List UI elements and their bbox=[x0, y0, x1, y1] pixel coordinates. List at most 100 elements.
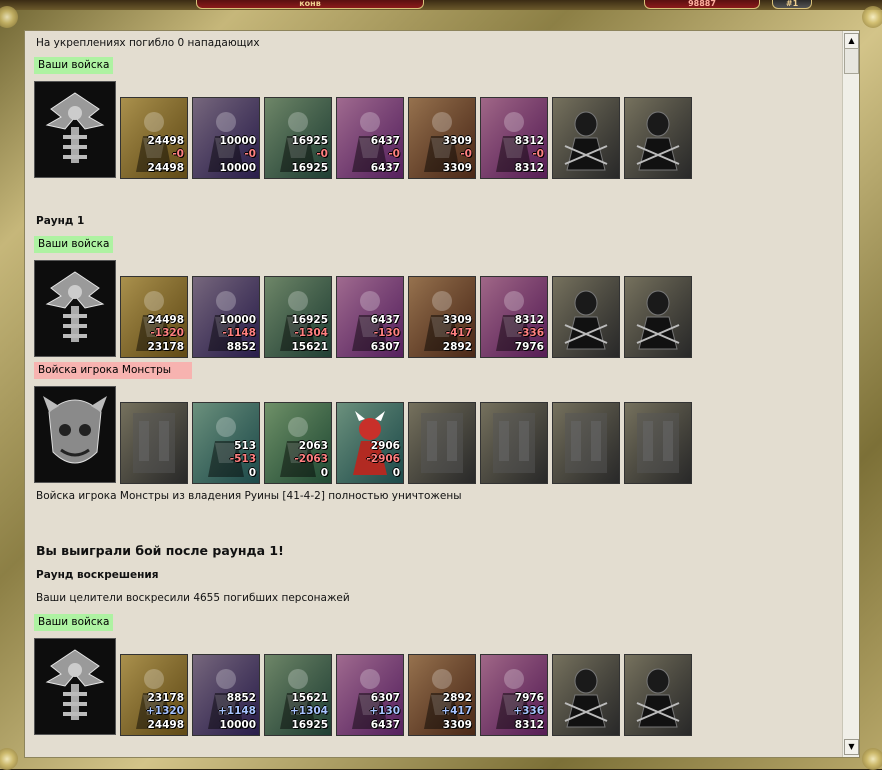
archer-icon[interactable]: 3309 -417 2892 bbox=[408, 276, 476, 358]
unit-count-after: 0 bbox=[320, 467, 328, 479]
purple-griffin-icon[interactable]: 6437 -0 6437 bbox=[336, 97, 404, 179]
demon-face-emblem-icon[interactable] bbox=[34, 386, 116, 483]
unit-count-change: -0 bbox=[388, 148, 400, 160]
unit-count-after: 24498 bbox=[147, 162, 184, 174]
empty-slot-icon[interactable] bbox=[120, 402, 188, 484]
dark-knight-icon[interactable]: 10000 -1148 8852 bbox=[192, 276, 260, 358]
unit-count-after: 3309 bbox=[442, 162, 472, 174]
lizard-warrior-icon[interactable]: 16925 -1304 15621 bbox=[264, 276, 332, 358]
dark-knight-icon[interactable]: 8852 +1148 10000 bbox=[192, 654, 260, 736]
unit-count-after: 24498 bbox=[147, 719, 184, 731]
unit-count-change: -2063 bbox=[294, 453, 328, 465]
unit-count-before: 2892 bbox=[442, 692, 472, 704]
scroll-thumb[interactable] bbox=[844, 48, 859, 74]
unit-count-change: -0 bbox=[460, 148, 472, 160]
scroll-up-arrow-icon[interactable]: ▲ bbox=[844, 33, 859, 49]
spider-rider-icon[interactable] bbox=[624, 97, 692, 179]
unit-count-before: 6437 bbox=[370, 314, 400, 326]
unit-count-change: -0 bbox=[244, 148, 256, 160]
top-right-badge[interactable]: #1 bbox=[772, 0, 812, 9]
skull-bat-emblem-icon[interactable] bbox=[34, 260, 116, 357]
unit-count-change: -1320 bbox=[150, 327, 184, 339]
unit-count-after: 8852 bbox=[226, 341, 256, 353]
unit-count-after: 7976 bbox=[514, 341, 544, 353]
spider-rider-icon[interactable] bbox=[624, 276, 692, 358]
unit-count-before: 513 bbox=[234, 440, 256, 452]
unit-count-before: 6437 bbox=[370, 135, 400, 147]
unit-count-after: 2892 bbox=[442, 341, 472, 353]
scroll-down-arrow-icon[interactable]: ▼ bbox=[844, 739, 859, 755]
enemy-destroyed-text: Войска игрока Монстры из владения Руины … bbox=[36, 490, 462, 502]
unit-count-change: +417 bbox=[441, 705, 472, 717]
unit-count-after: 0 bbox=[248, 467, 256, 479]
top-tab-left[interactable]: конв bbox=[196, 0, 424, 9]
purple-griffin-icon[interactable]: 6437 -130 6307 bbox=[336, 276, 404, 358]
skull-bat-emblem-icon[interactable] bbox=[34, 81, 116, 178]
top-tab-right[interactable]: 98887 bbox=[644, 0, 760, 9]
empty-slot-icon[interactable] bbox=[552, 402, 620, 484]
unit-count-before: 10000 bbox=[219, 314, 256, 326]
archer-icon[interactable]: 2892 +417 3309 bbox=[408, 654, 476, 736]
unit-count-change: -336 bbox=[517, 327, 544, 339]
unit-count-change: -2906 bbox=[366, 453, 400, 465]
assassin-icon[interactable] bbox=[552, 97, 620, 179]
assassin-icon[interactable] bbox=[552, 654, 620, 736]
troll-icon[interactable]: 23178 +1320 24498 bbox=[120, 654, 188, 736]
unit-count-change: -417 bbox=[445, 327, 472, 339]
resurrection-text: Ваши целители воскресили 4655 погибших п… bbox=[36, 592, 350, 604]
unit-count-after: 16925 bbox=[291, 162, 328, 174]
unit-count-before: 24498 bbox=[147, 314, 184, 326]
sorceress-icon[interactable]: 8312 -0 8312 bbox=[480, 97, 548, 179]
empty-slot-icon[interactable] bbox=[624, 402, 692, 484]
unit-count-change: +1148 bbox=[217, 705, 256, 717]
unit-count-after: 8312 bbox=[514, 719, 544, 731]
unit-count-change: +130 bbox=[369, 705, 400, 717]
unit-count-change: +1320 bbox=[145, 705, 184, 717]
battle-report-panel[interactable]: На укреплениях погибло 0 нападающих Ваши… bbox=[24, 30, 860, 758]
unit-count-after: 15621 bbox=[291, 341, 328, 353]
unit-count-after: 8312 bbox=[514, 162, 544, 174]
spider-rider-icon[interactable] bbox=[624, 654, 692, 736]
sorceress-icon[interactable]: 7976 +336 8312 bbox=[480, 654, 548, 736]
unit-count-before: 8312 bbox=[514, 314, 544, 326]
your-troops-label-round1: Ваши войска bbox=[34, 236, 114, 253]
unit-count-before: 10000 bbox=[219, 135, 256, 147]
unit-count-after: 3309 bbox=[442, 719, 472, 731]
red-demon-icon[interactable]: 2906 -2906 0 bbox=[336, 402, 404, 484]
unit-count-before: 6307 bbox=[370, 692, 400, 704]
unit-count-before: 8312 bbox=[514, 135, 544, 147]
unit-count-after: 6307 bbox=[370, 341, 400, 353]
lizard-warrior-icon[interactable]: 16925 -0 16925 bbox=[264, 97, 332, 179]
unit-count-before: 2906 bbox=[370, 440, 400, 452]
unit-count-change: -130 bbox=[373, 327, 400, 339]
unit-count-after: 16925 bbox=[291, 719, 328, 731]
troll-icon[interactable]: 24498 -1320 23178 bbox=[120, 276, 188, 358]
dark-knight-icon[interactable]: 10000 -0 10000 bbox=[192, 97, 260, 179]
unit-count-before: 23178 bbox=[147, 692, 184, 704]
unit-count-change: -1304 bbox=[294, 327, 328, 339]
vertical-scrollbar[interactable]: ▲ ▼ bbox=[842, 31, 859, 757]
unit-count-change: +336 bbox=[513, 705, 544, 717]
unit-count-before: 8852 bbox=[226, 692, 256, 704]
empty-slot-icon[interactable] bbox=[408, 402, 476, 484]
skull-bat-emblem-icon[interactable] bbox=[34, 638, 116, 735]
purple-griffin-icon[interactable]: 6307 +130 6437 bbox=[336, 654, 404, 736]
troll-icon[interactable]: 24498 -0 24498 bbox=[120, 97, 188, 179]
unit-count-change: -1148 bbox=[222, 327, 256, 339]
unit-count-before: 2063 bbox=[298, 440, 328, 452]
sorceress-icon[interactable]: 8312 -336 7976 bbox=[480, 276, 548, 358]
enemy-troops-label: Войска игрока Монстры bbox=[34, 362, 192, 379]
resurrection-title: Раунд воскрешения bbox=[36, 569, 159, 581]
unit-count-before: 15621 bbox=[291, 692, 328, 704]
unit-count-after: 10000 bbox=[219, 162, 256, 174]
archer-icon[interactable]: 3309 -0 3309 bbox=[408, 97, 476, 179]
empty-slot-icon[interactable] bbox=[480, 402, 548, 484]
orc-warlord-icon[interactable]: 2063 -2063 0 bbox=[264, 402, 332, 484]
unit-count-change: +1304 bbox=[289, 705, 328, 717]
unit-count-after: 6437 bbox=[370, 719, 400, 731]
armored-orc-icon[interactable]: 513 -513 0 bbox=[192, 402, 260, 484]
corner-ornament-tr bbox=[862, 6, 882, 28]
unit-count-after: 23178 bbox=[147, 341, 184, 353]
lizard-warrior-icon[interactable]: 15621 +1304 16925 bbox=[264, 654, 332, 736]
assassin-icon[interactable] bbox=[552, 276, 620, 358]
